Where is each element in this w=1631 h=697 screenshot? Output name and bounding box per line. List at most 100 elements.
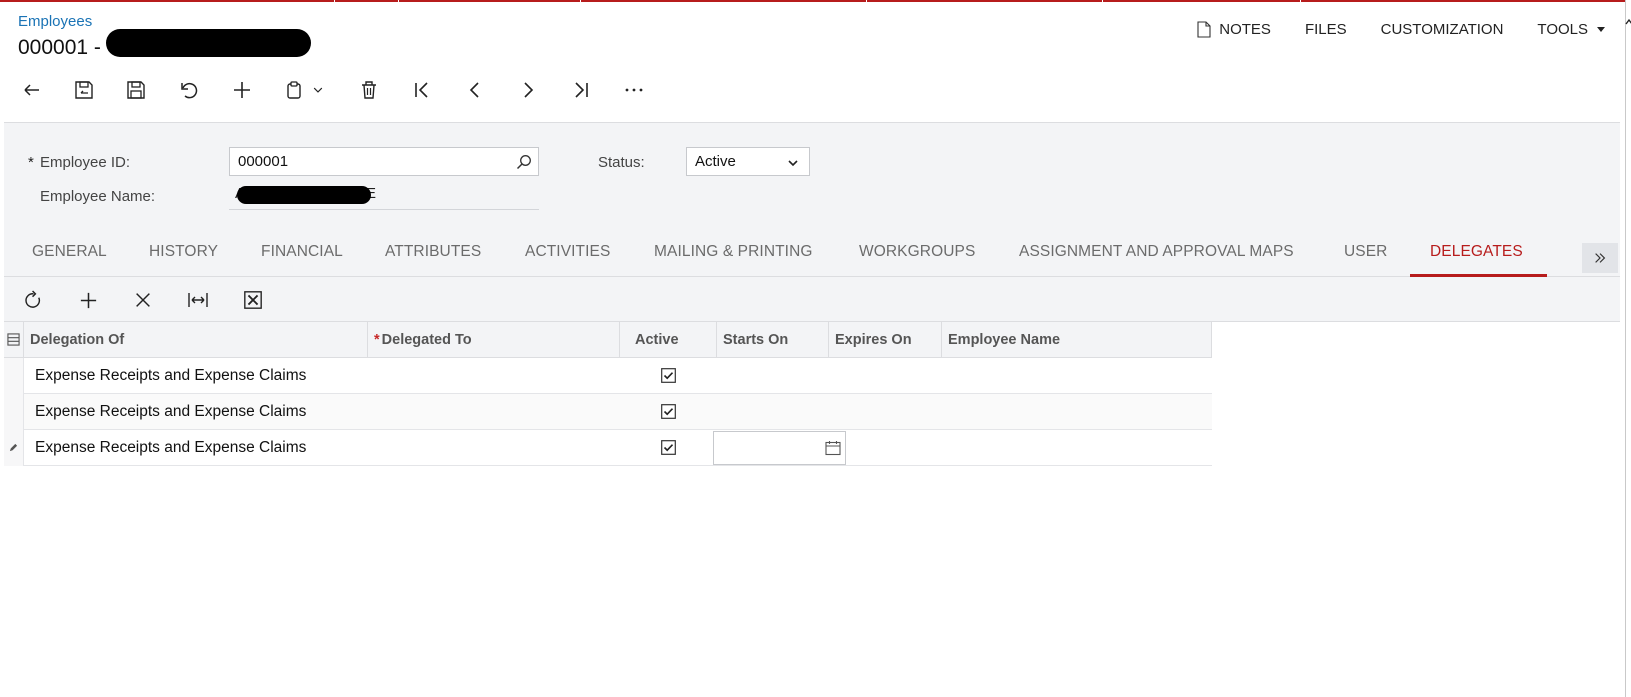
more-actions-button[interactable] — [620, 76, 648, 104]
customization-button[interactable]: CUSTOMIZATION — [1381, 21, 1504, 38]
tab-workgroups[interactable]: WORKGROUPS — [859, 243, 975, 261]
scroll-up-arrow-icon[interactable] — [1625, 18, 1631, 26]
status-select[interactable]: Active — [686, 147, 810, 176]
last-record-button[interactable] — [567, 76, 595, 104]
table-row[interactable]: Expense Receipts and Expense Claims — [4, 394, 1212, 430]
employee-id-field[interactable]: 000001 — [229, 147, 539, 176]
excel-icon — [244, 291, 262, 309]
active-checkbox[interactable] — [661, 440, 676, 455]
tab-assignment-approval-maps[interactable]: ASSIGNMENT AND APPROVAL MAPS — [1019, 243, 1294, 261]
plus-icon — [80, 292, 96, 308]
tab-attributes[interactable]: ATTRIBUTES — [385, 243, 481, 261]
delete-button[interactable] — [355, 76, 383, 104]
save-close-icon — [75, 81, 93, 99]
last-icon — [575, 82, 588, 98]
copy-paste-dropdown[interactable] — [308, 76, 328, 104]
page-title: 000001 - — [18, 36, 101, 59]
search-icon[interactable] — [516, 154, 532, 170]
back-arrow-icon — [24, 84, 39, 96]
export-excel-button[interactable] — [239, 286, 267, 314]
save-button[interactable] — [122, 76, 150, 104]
table-row-editing[interactable]: Expense Receipts and Expense Claims — [4, 430, 1212, 466]
tab-delegates[interactable]: DELEGATES — [1430, 243, 1523, 261]
files-label: FILES — [1304, 20, 1347, 38]
grid-toolbar — [4, 277, 1620, 322]
calendar-icon[interactable] — [825, 440, 841, 456]
row-selector[interactable] — [4, 430, 24, 466]
save-and-close-button[interactable] — [70, 76, 98, 104]
notes-label: NOTES — [1219, 20, 1271, 38]
delete-row-button[interactable] — [129, 286, 157, 314]
active-checkbox[interactable] — [661, 368, 676, 383]
employee-name-label: Employee Name: — [40, 188, 156, 205]
column-header-employee-name[interactable]: Employee Name — [942, 322, 1212, 358]
grid-header-row: Delegation Of * Delegated To Active Start… — [4, 322, 1212, 358]
files-button[interactable]: FILES — [1305, 21, 1347, 38]
add-row-button[interactable] — [74, 286, 102, 314]
column-header-starts-on[interactable]: Starts On — [717, 322, 829, 358]
top-accent-line — [0, 0, 1631, 2]
table-row[interactable]: Expense Receipts and Expense Claims — [4, 358, 1212, 394]
fit-columns-button[interactable] — [184, 286, 212, 314]
tab-user[interactable]: USER — [1344, 243, 1387, 261]
refresh-button[interactable] — [19, 286, 47, 314]
cancel-button[interactable] — [175, 76, 203, 104]
column-header-active[interactable]: Active — [620, 322, 717, 358]
cell-delegation-of[interactable]: Expense Receipts and Expense Claims — [35, 394, 306, 430]
column-label: Expires On — [835, 332, 912, 348]
clipboard-icon — [287, 81, 301, 99]
row-selector[interactable] — [4, 394, 24, 430]
chevron-left-icon — [469, 82, 479, 98]
row-selector[interactable] — [4, 358, 24, 394]
column-label: Employee Name — [948, 332, 1061, 348]
ellipsis-icon — [625, 88, 643, 92]
save-icon — [127, 81, 145, 99]
column-settings-icon — [7, 333, 20, 346]
chevron-down-icon — [788, 160, 798, 167]
refresh-icon — [24, 289, 40, 308]
customization-label: CUSTOMIZATION — [1380, 20, 1504, 38]
starts-on-date-input[interactable] — [713, 431, 846, 465]
document-icon — [1197, 20, 1211, 38]
column-header-expires-on[interactable]: Expires On — [829, 322, 942, 358]
tools-label: TOOLS — [1537, 20, 1588, 38]
required-marker: * — [28, 154, 34, 171]
tab-activities[interactable]: ACTIVITIES — [525, 243, 610, 261]
tab-financial[interactable]: FINANCIAL — [261, 243, 343, 261]
row-selector-header[interactable] — [4, 322, 24, 358]
cell-delegation-of[interactable]: Expense Receipts and Expense Claims — [35, 358, 306, 394]
redaction-employee-name — [237, 186, 371, 204]
close-icon — [136, 293, 150, 307]
column-header-delegation-of[interactable]: Delegation Of — [24, 322, 368, 358]
first-record-button[interactable] — [408, 76, 436, 104]
status-value: Active — [695, 153, 736, 170]
next-record-button[interactable] — [514, 76, 542, 104]
pencil-icon — [9, 443, 18, 452]
tab-general[interactable]: GENERAL — [32, 243, 107, 261]
copy-paste-button[interactable] — [281, 76, 309, 104]
tab-history[interactable]: HISTORY — [149, 243, 218, 261]
double-chevron-right-icon — [1595, 253, 1606, 263]
status-label: Status: — [598, 154, 645, 171]
window-edge — [1625, 0, 1631, 697]
column-header-delegated-to[interactable]: * Delegated To — [368, 322, 620, 358]
plus-icon — [234, 82, 250, 98]
cell-delegation-of[interactable]: Expense Receipts and Expense Claims — [35, 430, 306, 466]
undo-icon — [181, 82, 198, 99]
back-button[interactable] — [18, 76, 46, 104]
tabs-overflow-button[interactable] — [1582, 243, 1618, 273]
chevron-right-icon — [524, 82, 534, 98]
notes-button[interactable]: NOTES — [1197, 21, 1271, 38]
required-marker: * — [374, 332, 380, 348]
top-menu: NOTES FILES CUSTOMIZATION TOOLS — [1197, 19, 1631, 39]
tab-mailing-printing[interactable]: MAILING & PRINTING — [654, 243, 813, 261]
trash-icon — [362, 81, 376, 99]
add-button[interactable] — [228, 76, 256, 104]
previous-record-button[interactable] — [461, 76, 489, 104]
chevron-down-icon — [313, 87, 323, 93]
tools-menu-button[interactable]: TOOLS — [1537, 21, 1605, 38]
breadcrumb[interactable]: Employees — [18, 13, 92, 30]
active-checkbox[interactable] — [661, 404, 676, 419]
first-icon — [415, 82, 428, 98]
column-label: Delegated To — [381, 332, 472, 348]
